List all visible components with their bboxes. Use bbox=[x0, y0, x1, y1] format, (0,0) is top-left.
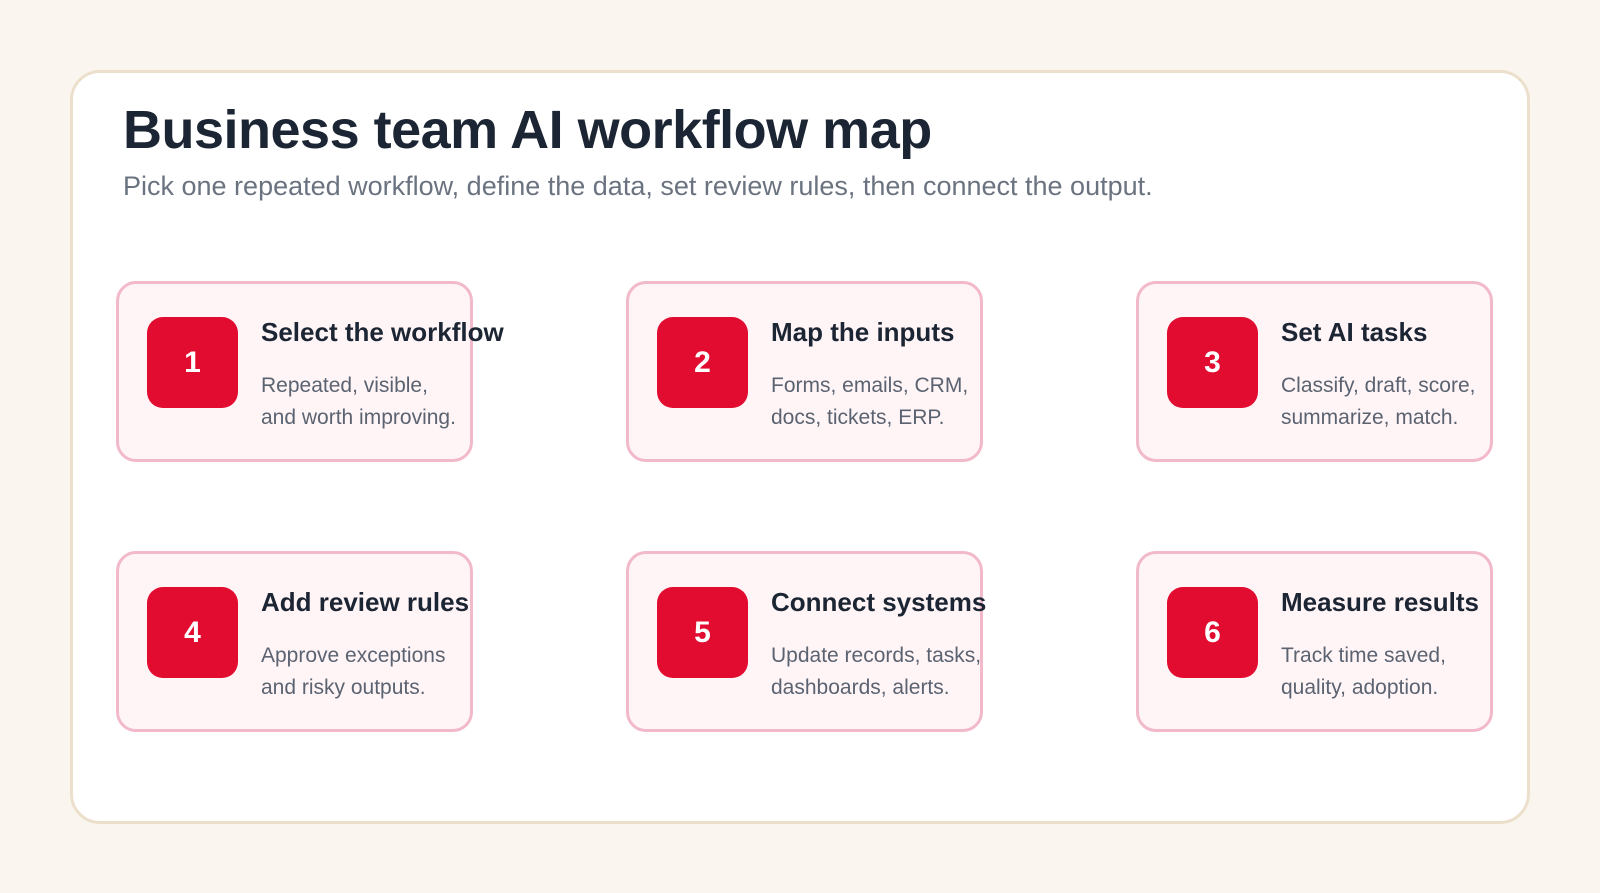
step-description-line: dashboards, alerts. bbox=[771, 676, 950, 699]
step-number-badge: 5 bbox=[657, 587, 748, 678]
step-card-6: 6 Measure results Track time saved, qual… bbox=[1136, 551, 1493, 732]
step-description-line: summarize, match. bbox=[1281, 406, 1459, 429]
step-description: Approve exceptions and risky outputs. bbox=[261, 640, 445, 704]
step-description: Classify, draft, score, summarize, match… bbox=[1281, 370, 1476, 434]
step-description-line: Forms, emails, CRM, bbox=[771, 374, 969, 397]
step-description-line: and risky outputs. bbox=[261, 676, 426, 699]
workflow-map-panel: Business team AI workflow map Pick one r… bbox=[70, 70, 1530, 824]
step-description-line: quality, adoption. bbox=[1281, 676, 1439, 699]
step-number-badge: 3 bbox=[1167, 317, 1258, 408]
step-description-line: docs, tickets, ERP. bbox=[771, 406, 945, 429]
step-card-1: 1 Select the workflow Repeated, visible,… bbox=[116, 281, 504, 462]
step-description-line: Update records, tasks, bbox=[771, 644, 982, 667]
step-description-line: Repeated, visible, bbox=[261, 374, 428, 397]
step-description: Update records, tasks, dashboards, alert… bbox=[771, 640, 981, 704]
step-card-4: 4 Add review rules Approve exceptions an… bbox=[116, 551, 473, 732]
step-number-badge: 1 bbox=[147, 317, 238, 408]
step-card-2: 2 Map the inputs Forms, emails, CRM, doc… bbox=[626, 281, 983, 462]
step-description-line: Track time saved, bbox=[1281, 644, 1446, 667]
step-description: Forms, emails, CRM, docs, tickets, ERP. bbox=[771, 370, 968, 434]
step-title: Measure results bbox=[1281, 587, 1479, 617]
step-number-badge: 6 bbox=[1167, 587, 1258, 678]
step-card-5: 5 Connect systems Update records, tasks,… bbox=[626, 551, 987, 732]
step-description-line: Classify, draft, score, bbox=[1281, 374, 1476, 397]
step-description-line: and worth improving. bbox=[261, 406, 456, 429]
step-number-badge: 4 bbox=[147, 587, 238, 678]
step-title: Select the workflow bbox=[261, 317, 504, 347]
step-description: Track time saved, quality, adoption. bbox=[1281, 640, 1446, 704]
step-title: Connect systems bbox=[771, 587, 987, 617]
step-description: Repeated, visible, and worth improving. bbox=[261, 370, 456, 434]
step-card-3: 3 Set AI tasks Classify, draft, score, s… bbox=[1136, 281, 1493, 462]
page-subtitle: Pick one repeated workflow, define the d… bbox=[123, 171, 1153, 201]
page-title: Business team AI workflow map bbox=[123, 100, 932, 160]
step-title: Set AI tasks bbox=[1281, 317, 1428, 347]
step-number-badge: 2 bbox=[657, 317, 748, 408]
step-title: Map the inputs bbox=[771, 317, 955, 347]
step-title: Add review rules bbox=[261, 587, 470, 617]
step-description-line: Approve exceptions bbox=[261, 644, 446, 667]
